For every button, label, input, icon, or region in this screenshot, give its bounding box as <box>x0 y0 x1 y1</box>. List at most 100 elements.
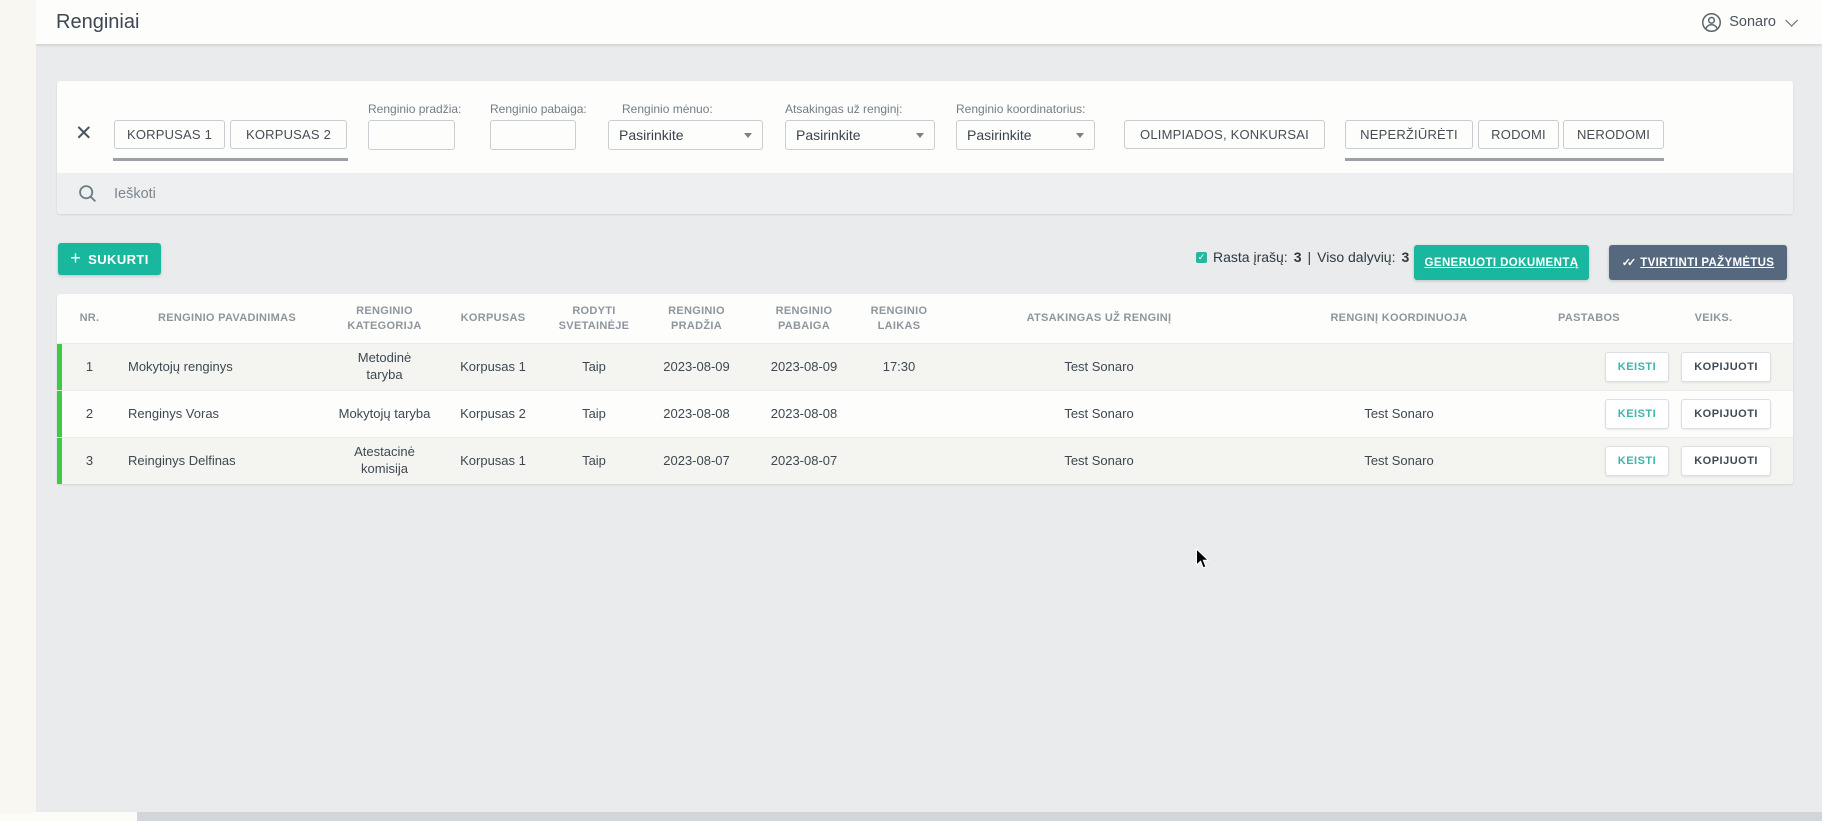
double-check-icon: ✓✓ <box>1622 256 1632 269</box>
row-actions: KEISTI KOPIJUOTI <box>1544 446 1793 476</box>
visibility-group-underline <box>1345 158 1664 161</box>
col-header-kategorija: RENGINIO KATEGORIJA <box>332 304 437 333</box>
cell-atsakingas: Test Sonaro <box>944 406 1254 423</box>
korpusas-1-button[interactable]: KORPUSAS 1 <box>114 120 225 149</box>
cell-rodyti: Taip <box>549 453 639 470</box>
col-header-laikas: RENGINIO LAIKAS <box>854 304 944 333</box>
participants-count: 3 <box>1401 249 1409 265</box>
table-row: 3 Reinginys Delfinas Atestacinė komisija… <box>57 437 1793 484</box>
cell-rodyti: Taip <box>549 406 639 423</box>
responsible-select[interactable]: Pasirinkite <box>785 120 935 150</box>
select-arrow-icon <box>1076 133 1084 138</box>
col-header-pradzia: RENGINIO PRADŽIA <box>639 304 754 333</box>
cell-laikas: 17:30 <box>854 359 944 376</box>
event-start-input[interactable] <box>368 120 455 150</box>
cell-pradzia: 2023-08-07 <box>639 453 754 470</box>
unreviewed-button[interactable]: NEPERŽIŪRĖTI <box>1345 120 1473 149</box>
cell-korpusas: Korpusas 1 <box>437 453 549 470</box>
coordinator-select[interactable]: Pasirinkite <box>956 120 1095 150</box>
col-header-pabaiga: RENGINIO PABAIGA <box>754 304 854 333</box>
create-button[interactable]: + SUKURTI <box>58 243 161 275</box>
table-header-row: NR. RENGINIO PAVADINIMAS RENGINIO KATEGO… <box>57 294 1793 343</box>
events-table: NR. RENGINIO PAVADINIMAS RENGINIO KATEGO… <box>57 294 1793 484</box>
cell-atsakingas: Test Sonaro <box>944 359 1254 376</box>
cell-pabaiga: 2023-08-07 <box>754 453 854 470</box>
user-menu[interactable]: Sonaro <box>1701 10 1794 34</box>
col-header-koordinuoja: RENGINĮ KOORDINUOJA <box>1254 311 1544 325</box>
edit-button[interactable]: KEISTI <box>1605 352 1669 382</box>
participants-label: Viso dalyvių: <box>1317 249 1395 265</box>
user-avatar-icon <box>1701 12 1722 33</box>
cell-pavadinimas: Reinginys Delfinas <box>122 453 332 470</box>
edit-button[interactable]: KEISTI <box>1605 399 1669 429</box>
cell-pabaiga: 2023-08-09 <box>754 359 854 376</box>
clear-filters-icon[interactable]: ✕ <box>75 123 93 144</box>
korpusas-group-underline <box>113 158 348 161</box>
copy-button[interactable]: KOPIJUOTI <box>1681 446 1771 476</box>
chevron-down-icon <box>1785 14 1798 27</box>
found-count: 3 <box>1294 249 1302 265</box>
cell-pabaiga: 2023-08-08 <box>754 406 854 423</box>
cell-koordinuoja: Test Sonaro <box>1254 406 1544 423</box>
cell-kategorija: Atestacinė komisija <box>332 444 437 478</box>
cell-pavadinimas: Mokytojų renginys <box>122 359 332 376</box>
copy-button[interactable]: KOPIJUOTI <box>1681 399 1771 429</box>
results-divider: | <box>1308 249 1312 265</box>
cell-kategorija: Metodinė taryba <box>332 350 437 384</box>
app-screen: Renginiai Sonaro ✕ KORPUSAS 1 KORPUSAS 2… <box>0 0 1822 821</box>
hidden-button[interactable]: NERODOMI <box>1563 120 1664 149</box>
search-input[interactable] <box>114 186 1793 202</box>
olympiads-contests-button[interactable]: OLIMPIADOS, KONKURSAI <box>1124 120 1325 149</box>
col-header-veiks: VEIKS. <box>1634 311 1793 325</box>
row-status-bar <box>57 344 62 390</box>
topbar: Renginiai Sonaro <box>0 0 1822 44</box>
select-arrow-icon <box>916 133 924 138</box>
row-actions: KEISTI KOPIJUOTI <box>1544 399 1793 429</box>
cell-nr: 1 <box>57 359 122 376</box>
cell-rodyti: Taip <box>549 359 639 376</box>
coordinator-label: Renginio koordinatorius: <box>956 102 1085 116</box>
generate-document-button[interactable]: GENERUOTI DOKUMENTĄ <box>1414 245 1589 280</box>
copy-button[interactable]: KOPIJUOTI <box>1681 352 1771 382</box>
page-title: Renginiai <box>56 11 139 34</box>
table-row: 2 Renginys Voras Mokytojų taryba Korpusa… <box>57 390 1793 437</box>
cell-koordinuoja: Test Sonaro <box>1254 453 1544 470</box>
mouse-cursor <box>1195 548 1210 570</box>
event-end-input[interactable] <box>490 120 576 150</box>
cell-nr: 3 <box>57 453 122 470</box>
edit-button[interactable]: KEISTI <box>1605 446 1669 476</box>
confirm-marked-button[interactable]: ✓✓ TVIRTINTI PAŽYMĖTUS <box>1609 245 1787 280</box>
col-header-korpusas: KORPUSAS <box>437 311 549 325</box>
col-header-pastabos: PASTABOS <box>1544 311 1634 325</box>
event-month-select[interactable]: Pasirinkite <box>608 120 763 150</box>
left-edge-strip <box>0 0 36 813</box>
results-checkbox[interactable]: ✓ <box>1196 252 1207 263</box>
bottom-edge-white-segment <box>0 812 137 821</box>
cell-pradzia: 2023-08-08 <box>639 406 754 423</box>
shown-button[interactable]: RODOMI <box>1478 120 1559 149</box>
cell-korpusas: Korpusas 1 <box>437 359 549 376</box>
event-start-label: Renginio pradžia: <box>368 102 461 116</box>
filter-panel: ✕ KORPUSAS 1 KORPUSAS 2 Renginio pradžia… <box>57 81 1793 214</box>
search-icon <box>77 183 98 204</box>
plus-icon: + <box>70 248 81 269</box>
row-status-bar <box>57 438 62 484</box>
event-end-label: Renginio pabaiga: <box>490 102 587 116</box>
found-label: Rasta įrašų: <box>1213 249 1288 265</box>
cell-nr: 2 <box>57 406 122 423</box>
col-header-rodyti: RODYTI SVETAINĖJE <box>549 304 639 333</box>
user-name: Sonaro <box>1729 14 1776 30</box>
korpusas-2-button[interactable]: KORPUSAS 2 <box>230 120 347 149</box>
results-summary: ✓ Rasta įrašų: 3 | Viso dalyvių: 3 <box>1196 249 1409 265</box>
col-header-atsakingas: ATSAKINGAS UŽ RENGINĮ <box>944 311 1254 325</box>
row-status-bar <box>57 391 62 437</box>
cell-kategorija: Mokytojų taryba <box>332 406 437 423</box>
cell-atsakingas: Test Sonaro <box>944 453 1254 470</box>
select-arrow-icon <box>744 133 752 138</box>
cell-pradzia: 2023-08-09 <box>639 359 754 376</box>
cell-pavadinimas: Renginys Voras <box>122 406 332 423</box>
bottom-edge-strip <box>0 812 1822 821</box>
col-header-pavadinimas: RENGINIO PAVADINIMAS <box>122 311 332 325</box>
responsible-label: Atsakingas už renginį: <box>785 102 902 116</box>
cell-korpusas: Korpusas 2 <box>437 406 549 423</box>
